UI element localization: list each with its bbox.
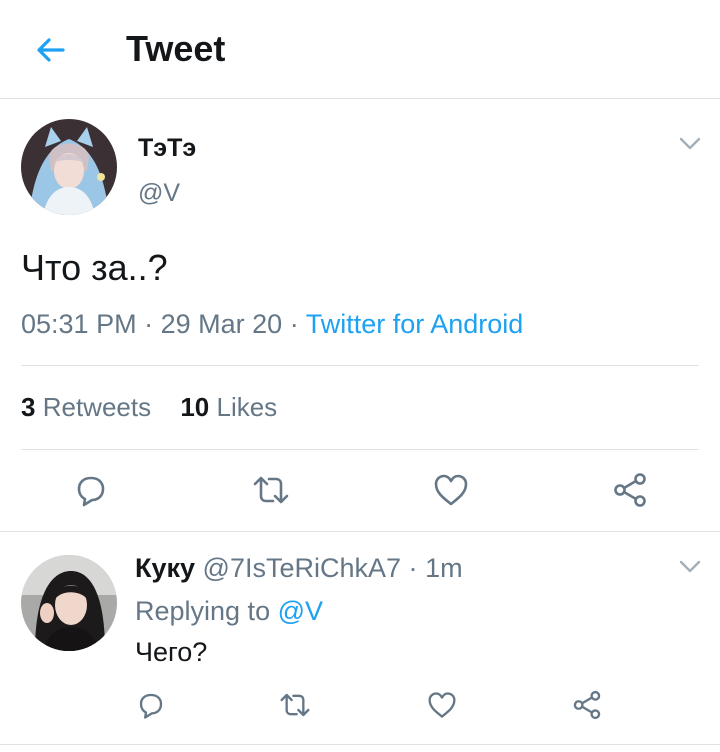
tweet-stats: 3 Retweets 10 Likes (21, 392, 277, 423)
tweet-date: 29 Mar 20 (160, 309, 283, 339)
like-button[interactable] (431, 470, 471, 510)
reply-time: 1m (425, 553, 463, 583)
tweet-action-bar (0, 470, 720, 510)
reply-text: Чего? (135, 637, 208, 667)
author-display-name[interactable]: ТэТэ (138, 134, 196, 163)
tweet-text: Что за..? (21, 247, 168, 288)
reply-avatar[interactable] (21, 555, 117, 651)
reply-header: Куку @7IsTeRiChkA7 · 1m (135, 553, 463, 584)
reply-avatar-image (21, 555, 117, 651)
back-button[interactable] (28, 30, 72, 70)
retweets-count: 3 (21, 392, 36, 422)
top-bar: Tweet (0, 0, 720, 99)
share-icon (573, 690, 601, 720)
retweets-stat[interactable]: 3 Retweets (21, 392, 151, 423)
tweet-source-link[interactable]: Twitter for Android (306, 309, 524, 339)
reply-menu-button[interactable] (676, 557, 704, 577)
likes-label: Likes (216, 392, 278, 422)
reply-tweet[interactable]: Куку @7IsTeRiChkA7 · 1m Replying to @V Ч… (0, 533, 720, 745)
like-icon (434, 474, 468, 506)
reply-author-handle[interactable]: @7IsTeRiChkA7 (203, 553, 401, 583)
reply-action-bar (0, 685, 720, 725)
reply-button[interactable] (71, 470, 111, 510)
like-icon (428, 692, 456, 718)
retweet-icon (280, 693, 310, 717)
replying-mention-link[interactable]: @V (278, 596, 323, 626)
replying-to: Replying to @V (135, 596, 323, 627)
divider (21, 449, 699, 450)
reply-retweet-button[interactable] (275, 685, 315, 725)
arrow-left-icon (37, 38, 65, 62)
retweet-button[interactable] (251, 470, 291, 510)
retweets-label: Retweets (42, 392, 152, 422)
share-button[interactable] (610, 470, 650, 510)
avatar-image (21, 119, 117, 215)
reply-like-button[interactable] (422, 685, 462, 725)
avatar[interactable] (21, 119, 117, 215)
tweet-menu-button[interactable] (676, 134, 704, 154)
divider (21, 365, 699, 366)
tweet-meta: 05:31 PM · 29 Mar 20 · Twitter for Andro… (21, 309, 523, 340)
author-handle[interactable]: @V (138, 179, 180, 208)
likes-stat[interactable]: 10 Likes (180, 392, 277, 423)
chevron-down-icon (679, 137, 701, 150)
replying-label: Replying to (135, 596, 271, 626)
chevron-down-icon (679, 560, 701, 573)
reply-icon (77, 476, 105, 507)
page-title: Tweet (126, 28, 226, 69)
meta-separator: · (289, 309, 299, 339)
share-icon (614, 473, 646, 507)
section-divider (0, 531, 720, 532)
meta-separator: · (144, 309, 154, 339)
reply-reply-button[interactable] (131, 685, 171, 725)
reply-icon (139, 693, 163, 719)
reply-share-button[interactable] (567, 685, 607, 725)
meta-separator: · (408, 553, 418, 583)
retweet-icon (253, 476, 289, 504)
likes-count: 10 (180, 392, 210, 422)
reply-author-name[interactable]: Куку (135, 553, 195, 583)
tweet-time: 05:31 PM (21, 309, 137, 339)
section-divider (0, 744, 720, 745)
